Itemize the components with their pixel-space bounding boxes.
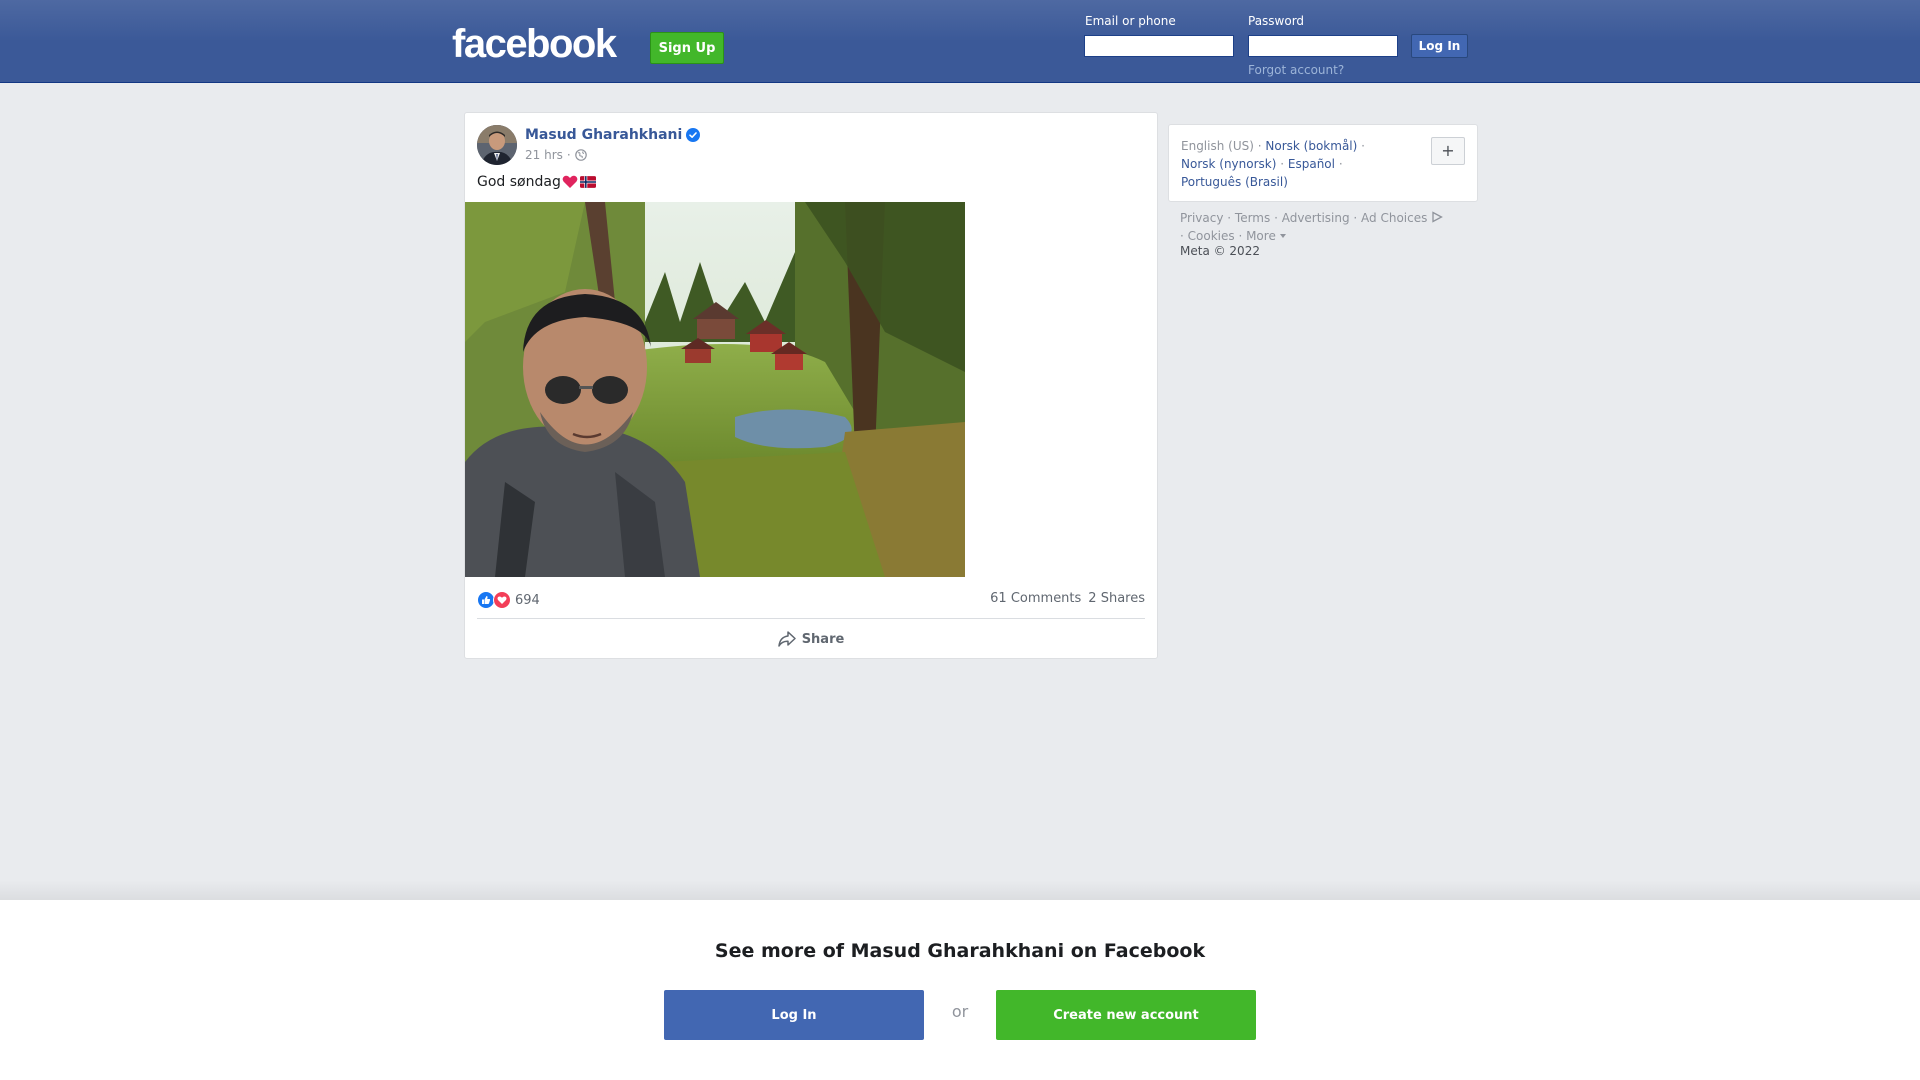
caret-down-icon [1279, 234, 1286, 238]
share-button[interactable]: Share [465, 619, 1157, 659]
facebook-logo[interactable]: facebook [452, 22, 617, 67]
post-text: God søndag [477, 174, 596, 190]
share-label: Share [801, 631, 845, 647]
red-heart-emoji-icon [562, 175, 578, 188]
footer-link-more[interactable]: More [1246, 229, 1286, 243]
post-card: Masud Gharahkhani 21 hrs · God søndag 69… [464, 112, 1158, 659]
copyright: Meta © 2022 [1180, 244, 1260, 258]
footer-link-privacy[interactable]: Privacy [1180, 211, 1223, 225]
login-button[interactable]: Log In [1411, 34, 1468, 58]
current-language: English (US) [1181, 139, 1254, 153]
meta-separator: · [566, 148, 571, 162]
avatar-image [477, 125, 517, 165]
post-photo[interactable] [465, 202, 965, 577]
post-author[interactable]: Masud Gharahkhani [525, 127, 701, 143]
avatar[interactable] [477, 125, 517, 165]
language-selector: English (US) · Norsk (bokmål) · Norsk (n… [1168, 124, 1478, 202]
language-link[interactable]: Norsk (bokmål) [1265, 139, 1357, 153]
email-input[interactable] [1084, 35, 1234, 57]
or-separator: or [951, 1002, 969, 1021]
language-link[interactable]: Norsk (nynorsk) [1181, 157, 1276, 171]
footer-link-ad-choices[interactable]: Ad Choices [1361, 211, 1444, 225]
create-account-button[interactable]: Create new account [996, 990, 1256, 1040]
forgot-account-link[interactable]: Forgot account? [1248, 63, 1344, 77]
engagement-counts: 61 Comments 2 Shares [990, 591, 1145, 606]
norway-flag-icon [579, 176, 596, 188]
language-link[interactable]: Português (Brasil) [1181, 175, 1288, 189]
author-name[interactable]: Masud Gharahkhani [525, 127, 682, 143]
signup-button[interactable]: Sign Up [650, 32, 724, 64]
language-link[interactable]: Español [1288, 157, 1335, 171]
login-prompt-sheet: See more of Masud Gharahkhani on Faceboo… [0, 900, 1920, 1080]
post-text-content: God søndag [477, 174, 561, 190]
more-languages-button[interactable]: + [1431, 137, 1465, 165]
post-meta: 21 hrs · [525, 148, 587, 162]
footer-links: Privacy · Terms · Advertising · Ad Choic… [1180, 209, 1480, 245]
post-time[interactable]: 21 hrs [525, 148, 563, 162]
sheet-login-button[interactable]: Log In [664, 990, 924, 1040]
post-photo-image [465, 202, 965, 577]
reactions-summary[interactable]: 694 [477, 591, 540, 609]
footer-link-advertising[interactable]: Advertising [1282, 211, 1350, 225]
share-icon [777, 631, 796, 647]
reaction-icons [477, 591, 511, 609]
password-input[interactable] [1248, 35, 1398, 57]
love-icon [493, 591, 511, 609]
ad-choices-icon [1432, 211, 1444, 223]
footer-link-terms[interactable]: Terms [1235, 211, 1270, 225]
verified-badge-icon [686, 128, 701, 142]
top-bar: facebook Sign Up Email or phone Password… [0, 0, 1920, 83]
comments-count[interactable]: 61 Comments [990, 591, 1081, 606]
password-label: Password [1248, 14, 1305, 28]
sheet-title: See more of Masud Gharahkhani on Faceboo… [714, 940, 1206, 962]
reaction-count[interactable]: 694 [515, 593, 540, 608]
shares-count[interactable]: 2 Shares [1088, 591, 1145, 606]
footer-link-cookies[interactable]: Cookies [1188, 229, 1235, 243]
globe-icon [574, 149, 587, 161]
bottom-sheet-shadow [0, 880, 1920, 900]
email-label: Email or phone [1085, 14, 1176, 28]
